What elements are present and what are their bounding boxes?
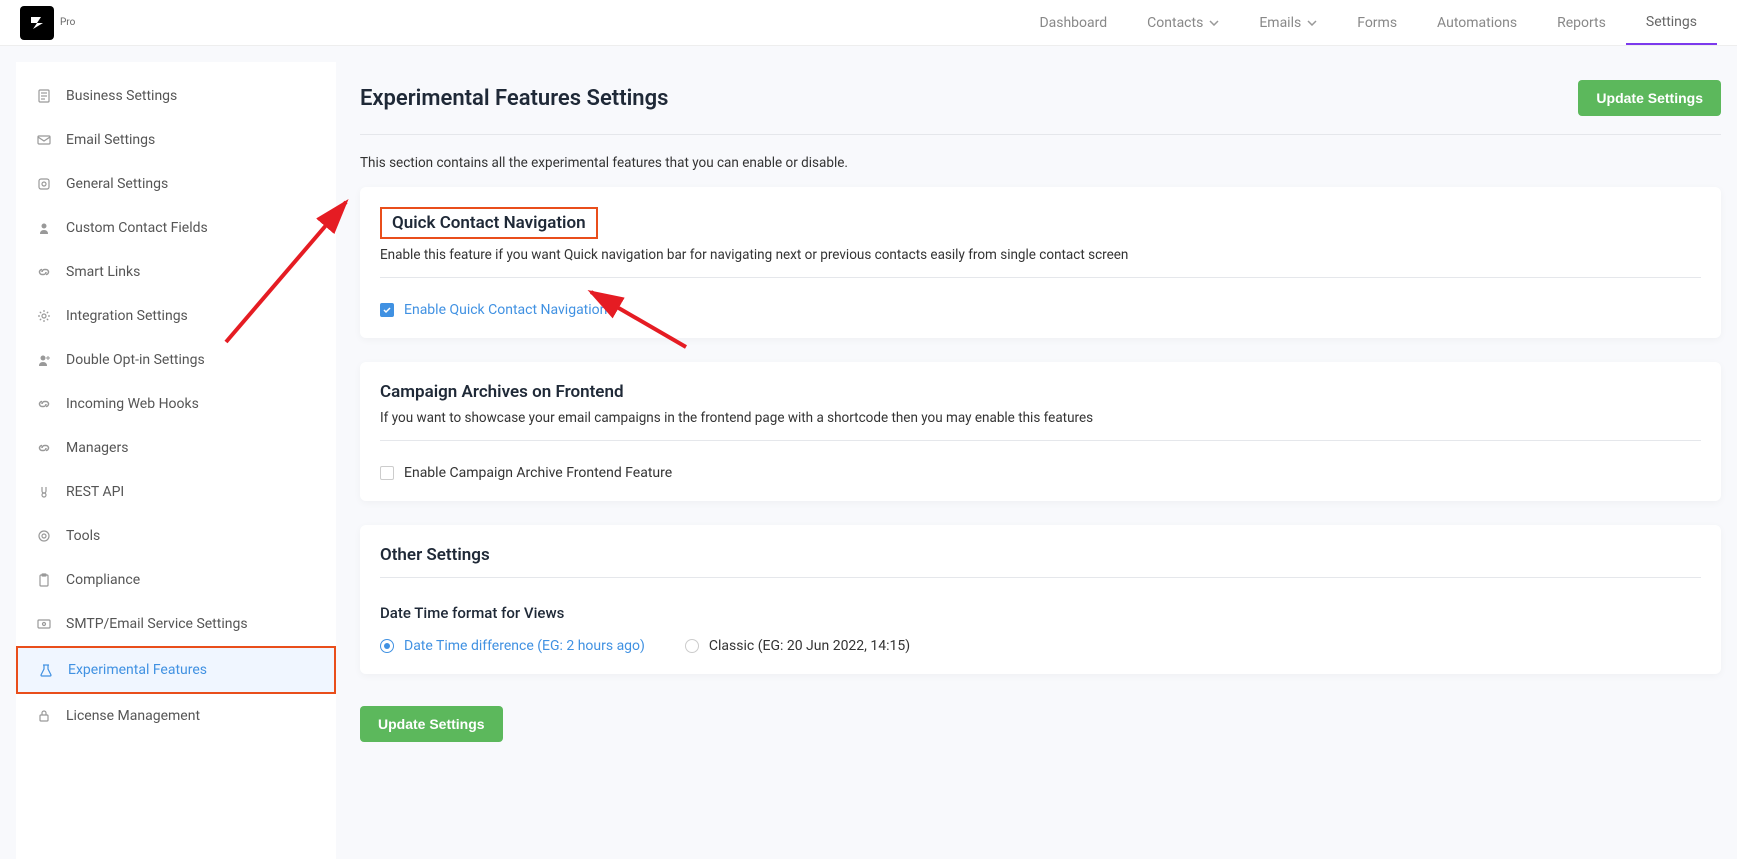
- sidebar-item-rest-api[interactable]: REST API: [16, 470, 336, 514]
- card-subtext: If you want to showcase your email campa…: [380, 410, 1701, 441]
- sidebar-item-label: Managers: [66, 440, 128, 456]
- sidebar-item-label: SMTP/Email Service Settings: [66, 616, 248, 632]
- card-campaign-archives: Campaign Archives on Frontend If you wan…: [360, 362, 1721, 501]
- checkbox-label-archives[interactable]: Enable Campaign Archive Frontend Feature: [404, 465, 672, 481]
- card-title-other: Other Settings: [380, 545, 1701, 578]
- nav-contacts[interactable]: Contacts: [1127, 2, 1239, 44]
- sidebar-item-label: License Management: [66, 708, 200, 724]
- update-settings-button-bottom[interactable]: Update Settings: [360, 706, 503, 742]
- sidebar-item-label: REST API: [66, 484, 124, 500]
- radio-option-classic[interactable]: Classic (EG: 20 Jun 2022, 14:15): [685, 638, 910, 654]
- radio-option-difference[interactable]: Date Time difference (EG: 2 hours ago): [380, 638, 645, 654]
- sidebar-item-compliance[interactable]: Compliance: [16, 558, 336, 602]
- sidebar-item-label: Compliance: [66, 572, 140, 588]
- person-icon: [36, 220, 52, 236]
- main-layout: Business Settings Email Settings General…: [0, 46, 1737, 859]
- sidebar-item-license[interactable]: License Management: [16, 694, 336, 738]
- nav-automations[interactable]: Automations: [1417, 2, 1537, 44]
- page-title: Experimental Features Settings: [360, 86, 668, 111]
- sidebar-item-double-optin[interactable]: Double Opt-in Settings: [16, 338, 336, 382]
- sidebar-item-tools[interactable]: Tools: [16, 514, 336, 558]
- sidebar-item-general[interactable]: General Settings: [16, 162, 336, 206]
- sidebar-item-smart-links[interactable]: Smart Links: [16, 250, 336, 294]
- sidebar-item-label: Business Settings: [66, 88, 177, 104]
- link-icon: [36, 440, 52, 456]
- top-nav: Pro Dashboard Contacts Emails Forms Auto…: [0, 0, 1737, 46]
- checkbox-quick-nav[interactable]: [380, 303, 394, 317]
- clipboard-icon: [36, 572, 52, 588]
- link-icon: [36, 264, 52, 280]
- person-plus-icon: [36, 352, 52, 368]
- document-icon: [36, 88, 52, 104]
- sidebar-item-webhooks[interactable]: Incoming Web Hooks: [16, 382, 336, 426]
- nav-reports[interactable]: Reports: [1537, 2, 1626, 44]
- sidebar-item-label: Smart Links: [66, 264, 140, 280]
- page-header: Experimental Features Settings Update Se…: [360, 62, 1721, 135]
- sidebar-item-label: General Settings: [66, 176, 168, 192]
- card-other-settings: Other Settings Date Time format for View…: [360, 525, 1721, 674]
- sidebar-item-label: Tools: [66, 528, 100, 544]
- nav-settings[interactable]: Settings: [1626, 1, 1717, 45]
- lock-icon: [36, 708, 52, 724]
- sidebar-item-managers[interactable]: Managers: [16, 426, 336, 470]
- sidebar-item-integration[interactable]: Integration Settings: [16, 294, 336, 338]
- checkbox-label-quick-nav[interactable]: Enable Quick Contact Navigation: [404, 302, 607, 318]
- radio-difference[interactable]: [380, 639, 394, 653]
- flask-icon: [38, 662, 54, 678]
- api-icon: [36, 484, 52, 500]
- radio-label-difference: Date Time difference (EG: 2 hours ago): [404, 638, 645, 654]
- logo-icon[interactable]: [20, 6, 54, 40]
- settings-icon: [36, 176, 52, 192]
- nav-dashboard[interactable]: Dashboard: [1019, 2, 1127, 44]
- radio-row-date-format: Date Time difference (EG: 2 hours ago) C…: [380, 622, 1701, 654]
- sidebar-item-label: Custom Contact Fields: [66, 220, 208, 236]
- sidebar-item-business[interactable]: Business Settings: [16, 74, 336, 118]
- gear-icon: [36, 308, 52, 324]
- checkbox-row-archives: Enable Campaign Archive Frontend Feature: [380, 441, 1701, 481]
- date-format-heading: Date Time format for Views: [380, 586, 1701, 622]
- card-subtext: Enable this feature if you want Quick na…: [380, 247, 1701, 278]
- content-area: Experimental Features Settings Update Se…: [336, 62, 1737, 859]
- sidebar-item-label: Double Opt-in Settings: [66, 352, 205, 368]
- checkbox-row-quick-nav: Enable Quick Contact Navigation: [380, 278, 1701, 318]
- card-title-archives: Campaign Archives on Frontend: [380, 382, 624, 402]
- bottom-update-area: Update Settings: [360, 698, 1721, 742]
- sidebar-item-email[interactable]: Email Settings: [16, 118, 336, 162]
- radio-label-classic: Classic (EG: 20 Jun 2022, 14:15): [709, 638, 910, 654]
- sidebar: Business Settings Email Settings General…: [16, 62, 336, 859]
- sidebar-item-experimental[interactable]: Experimental Features: [16, 646, 336, 694]
- sidebar-item-label: Email Settings: [66, 132, 155, 148]
- radio-classic[interactable]: [685, 639, 699, 653]
- nav-forms[interactable]: Forms: [1337, 2, 1417, 44]
- sidebar-item-custom-fields[interactable]: Custom Contact Fields: [16, 206, 336, 250]
- logo-pro-text: Pro: [60, 17, 75, 28]
- card-title-quick-nav: Quick Contact Navigation: [380, 207, 598, 239]
- update-settings-button-top[interactable]: Update Settings: [1578, 80, 1721, 116]
- chevron-down-icon: [1307, 20, 1317, 26]
- sidebar-item-label: Integration Settings: [66, 308, 188, 324]
- checkbox-archives[interactable]: [380, 466, 394, 480]
- link-icon: [36, 396, 52, 412]
- nav-emails[interactable]: Emails: [1239, 2, 1337, 44]
- logo-area: Pro: [20, 6, 75, 40]
- page-description: This section contains all the experiment…: [360, 135, 1721, 187]
- chevron-down-icon: [1209, 20, 1219, 26]
- mail-icon: [36, 132, 52, 148]
- tools-icon: [36, 528, 52, 544]
- sidebar-item-label: Experimental Features: [68, 662, 207, 678]
- mail-settings-icon: [36, 616, 52, 632]
- nav-items: Dashboard Contacts Emails Forms Automati…: [1019, 1, 1717, 45]
- card-quick-contact-nav: Quick Contact Navigation Enable this fea…: [360, 187, 1721, 338]
- sidebar-item-label: Incoming Web Hooks: [66, 396, 199, 412]
- sidebar-item-smtp[interactable]: SMTP/Email Service Settings: [16, 602, 336, 646]
